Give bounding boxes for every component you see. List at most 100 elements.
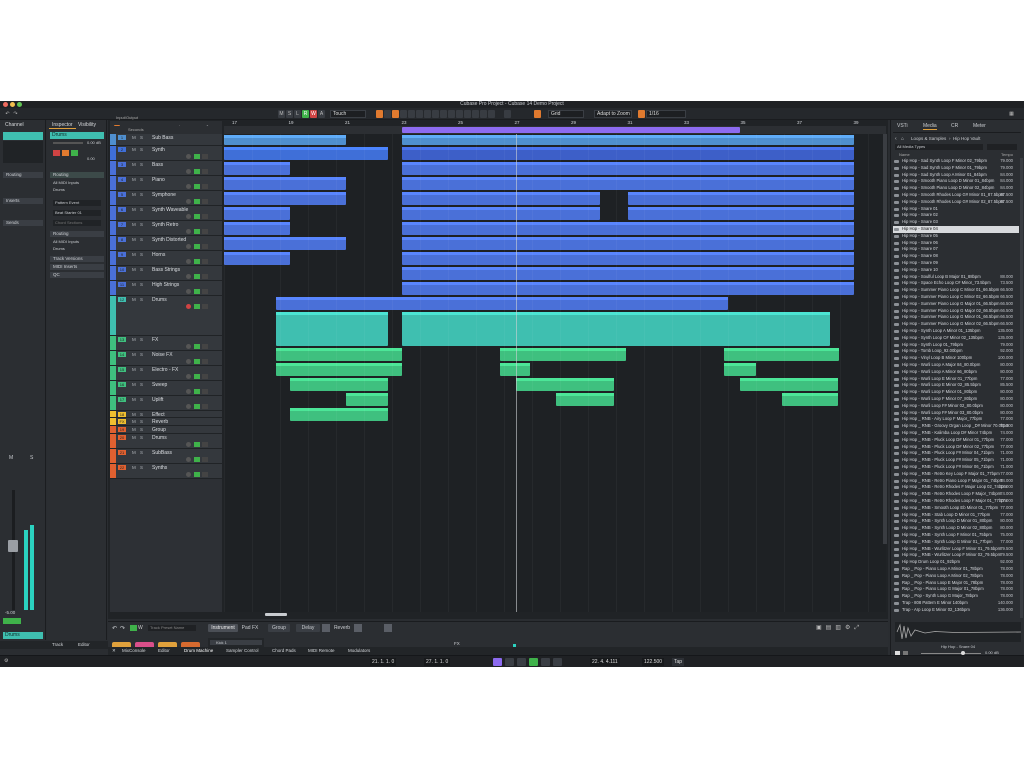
track-mute-button[interactable]: M xyxy=(132,435,136,440)
track-record-button[interactable] xyxy=(186,184,191,189)
channel-fader[interactable] xyxy=(8,540,18,552)
toolbar-listen-button[interactable]: L xyxy=(294,110,301,118)
track-mute-button[interactable]: M xyxy=(132,222,136,227)
media-list-item[interactable]: Hip Hop - Synth Loop 01_79bpm 79.000 xyxy=(893,342,1019,349)
event-clip[interactable] xyxy=(276,363,402,376)
media-list-item[interactable]: Hip Hop - Summer Piano Loop G Minor 02_6… xyxy=(893,321,1019,328)
record-button[interactable] xyxy=(541,658,550,666)
breadcrumb-folder[interactable]: Hip Hop Vault xyxy=(953,136,980,141)
media-list-item[interactable]: Hip Hop - Wurli Loop E Minor 01_77bpm 77.… xyxy=(893,376,1019,383)
draw-tool[interactable] xyxy=(432,110,439,118)
track-row[interactable]: 10 M S Bass Strings xyxy=(110,266,222,281)
section-qc[interactable]: QC xyxy=(50,272,104,278)
tab-sampler-control[interactable]: Sampler Control xyxy=(226,647,259,655)
tab-media[interactable]: Media xyxy=(923,123,937,130)
track-row[interactable]: 16 M S Sweep xyxy=(110,381,222,396)
section-routing[interactable]: Routing xyxy=(50,172,104,178)
track-read-button[interactable] xyxy=(194,289,200,294)
track-name[interactable]: Electro - FX xyxy=(152,367,178,373)
media-list-item[interactable]: Hip Hop - Snare 02 xyxy=(893,212,1019,219)
media-list-item[interactable]: Hip Hop - Wurli Loop F Minor 07_80bpm 80.… xyxy=(893,396,1019,403)
track-row[interactable]: 1 M S Sub Bass xyxy=(110,134,222,146)
event-clip[interactable] xyxy=(276,312,388,346)
position-display[interactable]: 22. 4. 4.111 xyxy=(590,658,620,666)
rewind-button[interactable] xyxy=(505,658,514,666)
media-list-item[interactable]: Hip Hop _ RNB - Retro Piano Loop F Major… xyxy=(893,478,1019,485)
range-tool[interactable] xyxy=(384,110,391,118)
media-list-item[interactable]: Hip Hop _ RNB - Retro Key Loop F Major 0… xyxy=(893,471,1019,478)
track-read-button[interactable] xyxy=(194,344,200,349)
track-record-button[interactable] xyxy=(186,259,191,264)
track-solo-button[interactable]: S xyxy=(140,297,143,302)
media-list-item[interactable]: Hip Hop _ RNB - Synth Loop F Minor 01_75… xyxy=(893,532,1019,539)
track-name[interactable]: Reverb xyxy=(152,419,168,425)
track-mute-button[interactable]: M xyxy=(132,297,136,302)
track-read-button[interactable] xyxy=(194,154,200,159)
section-routing[interactable]: Routing xyxy=(3,172,43,178)
back-icon[interactable]: ‹ xyxy=(895,136,897,142)
track-mute-button[interactable]: M xyxy=(132,419,136,424)
track-record-button[interactable] xyxy=(186,304,191,309)
column-tempo[interactable]: Tempo xyxy=(1001,152,1013,157)
breadcrumb-loops[interactable]: Loops & Samples xyxy=(911,136,946,141)
track-mute-button[interactable]: M xyxy=(132,147,136,152)
track-name[interactable]: Group xyxy=(152,427,166,433)
track-record-button[interactable] xyxy=(186,389,191,394)
track-row[interactable]: 13 M S FX xyxy=(110,336,222,351)
track-read-button[interactable] xyxy=(194,442,200,447)
event-clip[interactable] xyxy=(402,177,854,190)
tab-midi-remote[interactable]: MIDI Remote xyxy=(308,647,335,655)
event-clip[interactable] xyxy=(290,408,388,421)
event-clip[interactable] xyxy=(628,207,854,220)
media-list-item[interactable]: Hip Hop _ RNB - Airy Loop F Major_77bpm 7… xyxy=(893,416,1019,423)
event-clip[interactable] xyxy=(402,135,854,145)
track-write-button[interactable] xyxy=(202,244,208,249)
tap-tempo-button[interactable]: Tap xyxy=(672,658,685,666)
track-write-button[interactable] xyxy=(202,374,208,379)
snap-button[interactable] xyxy=(534,110,541,118)
event-clip[interactable] xyxy=(500,348,626,361)
monitor-button[interactable] xyxy=(62,150,69,156)
media-list-item[interactable]: Hip Hop - Summer Piano Loop C Minor 01_6… xyxy=(893,287,1019,294)
track-mute-button[interactable]: M xyxy=(132,397,136,402)
track-write-button[interactable] xyxy=(202,304,208,309)
tempo-display[interactable]: 122.500 xyxy=(642,658,665,666)
toolbar-write-button[interactable]: W xyxy=(310,110,317,118)
track-solo-button[interactable]: S xyxy=(140,207,143,212)
automation-mode-select[interactable]: Touch xyxy=(330,110,366,118)
mute-tool[interactable] xyxy=(424,110,431,118)
media-type-filter[interactable]: All Media Types xyxy=(895,144,983,150)
media-list-item[interactable]: Rap _ Pop - Synth Loop G Major_78bpm 78.0… xyxy=(893,593,1019,600)
media-list-item[interactable]: Hip Hop - Synth Loop A Minor 01_135bpm 13… xyxy=(893,328,1019,335)
drums-output-2[interactable]: Drums xyxy=(53,246,65,251)
toolbar-mute-button[interactable]: M xyxy=(278,110,285,118)
track-read-button[interactable] xyxy=(194,374,200,379)
track-row[interactable]: 18 M S Effect xyxy=(110,411,222,418)
track-write-button[interactable] xyxy=(202,274,208,279)
track-mute-button[interactable]: M xyxy=(132,367,136,372)
color-tool[interactable] xyxy=(456,110,463,118)
home-icon[interactable]: ⌂ xyxy=(901,136,904,142)
media-list-item[interactable]: Hip Hop - Summer Piano Loop G Major 01_6… xyxy=(893,301,1019,308)
tab-instrument[interactable]: Instrument xyxy=(208,624,238,632)
column-name[interactable]: Name xyxy=(899,152,910,157)
track-mute-button[interactable]: M xyxy=(132,267,136,272)
media-list-item[interactable]: Hip Hop _ RNB - Kalimba Loop D# Minor 74… xyxy=(893,430,1019,437)
track-row[interactable]: FX M S Reverb xyxy=(110,418,222,426)
undo-icon[interactable]: ↶ xyxy=(112,625,117,632)
track-solo-button[interactable]: S xyxy=(140,435,143,440)
track-mute-button[interactable]: M xyxy=(132,337,136,342)
track-write-button[interactable] xyxy=(202,169,208,174)
event-clip[interactable] xyxy=(782,393,838,406)
event-display[interactable] xyxy=(224,134,886,612)
loop-record-button[interactable] xyxy=(553,658,562,666)
tab-cr[interactable]: CR xyxy=(951,123,958,129)
track-solo-button[interactable]: S xyxy=(140,352,143,357)
tab-editor-left[interactable]: Editor xyxy=(78,641,90,649)
track-mute-button[interactable]: M xyxy=(132,450,136,455)
media-list-item[interactable]: Hip Hop - Smooth Rhodes Loop G# Minor 02… xyxy=(893,199,1019,206)
media-list-item[interactable]: Hip Hop _ RNB - Stab Loop D Minor 01_77b… xyxy=(893,512,1019,519)
media-list-item[interactable]: Hip Hop - Sad Synth Loop A Minor 01_84bp… xyxy=(893,172,1019,179)
track-name[interactable]: High Strings xyxy=(152,282,179,288)
event-clip[interactable] xyxy=(224,135,346,145)
